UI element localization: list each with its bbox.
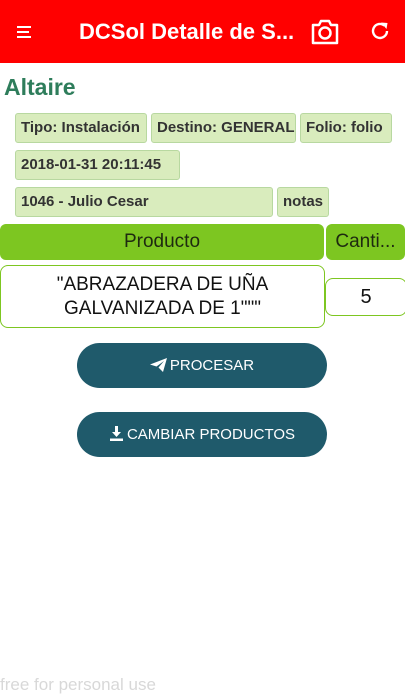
cliente-tag: 1046 - Julio Cesar bbox=[15, 187, 273, 217]
refresh-icon[interactable] bbox=[368, 19, 392, 43]
notas-tag: notas bbox=[277, 187, 329, 217]
procesar-button[interactable]: PROCESAR bbox=[77, 343, 327, 388]
app-title: DCSol Detalle de S... bbox=[79, 19, 295, 44]
send-icon bbox=[149, 358, 167, 372]
procesar-label: PROCESAR bbox=[169, 357, 255, 374]
cambiar-productos-button[interactable]: CAMBIAR PRODUCTOS bbox=[77, 412, 327, 457]
app-bar: DCSol Detalle de S... bbox=[0, 0, 405, 63]
header-cantidad: Canti... bbox=[326, 224, 405, 260]
watermark: free for personal use bbox=[0, 675, 156, 694]
header-producto: Producto bbox=[0, 224, 324, 260]
cambiar-label: CAMBIAR PRODUCTOS bbox=[126, 426, 296, 443]
download-icon bbox=[109, 426, 123, 441]
camera-icon[interactable] bbox=[310, 19, 340, 45]
project-name: Altaire bbox=[4, 74, 76, 100]
product-cell[interactable]: "ABRAZADERA DE UÑA GALVANIZADA DE 1""" bbox=[0, 265, 325, 328]
destino-tag: Destino: GENERAL bbox=[151, 113, 296, 143]
folio-tag: Folio: folio bbox=[300, 113, 392, 143]
tipo-tag: Tipo: Instalación bbox=[15, 113, 147, 143]
quantity-cell[interactable]: 5 bbox=[325, 278, 405, 316]
fecha-tag: 2018-01-31 20:11:45 bbox=[15, 150, 180, 180]
menu-icon[interactable] bbox=[15, 22, 35, 42]
